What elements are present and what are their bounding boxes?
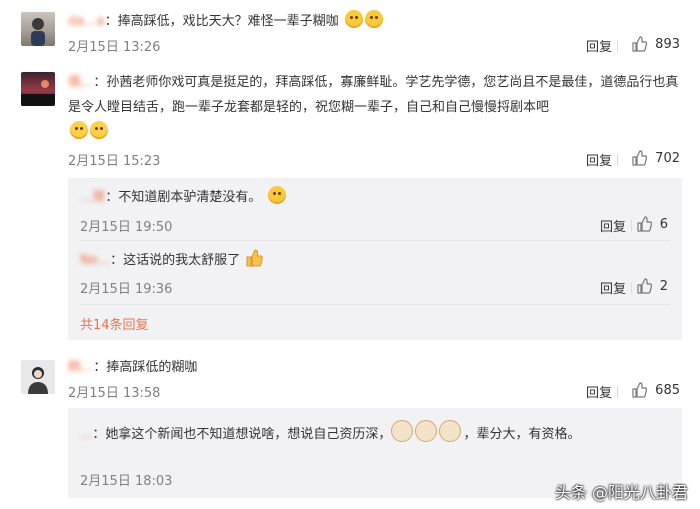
like-button[interactable]: 893: [631, 36, 680, 52]
username-link[interactable]: ...: [80, 423, 92, 447]
grin-emoji-icon: [267, 186, 286, 204]
like-button[interactable]: 2: [636, 278, 668, 294]
reply-thread: ...哥：不知道剧本驴清楚没有。 2月15日 19:50 回复 6 Ne...：…: [68, 178, 682, 340]
comment-body: 孙茜老师你戏可真是挺足的，拜高踩低，寡廉鲜耻。学艺先学德，您艺尚且不是最佳，道德…: [68, 75, 679, 115]
like-count: 702: [655, 150, 680, 166]
timestamp: 2月15日 13:58: [68, 386, 161, 401]
divider: [631, 282, 632, 294]
reply-text: Ne...：这话说的我太舒服了: [80, 248, 662, 275]
scared-emoji-icon: [70, 121, 88, 139]
divider: [617, 40, 618, 52]
dog-emoji-icon: [439, 420, 462, 442]
timestamp: 2月15日 15:23: [68, 154, 161, 169]
reply-text: ...哥：不知道剧本驴清楚没有。: [80, 186, 662, 208]
reply-item: ...哥：不知道剧本驴清楚没有。 2月15日 19:50 回复 6: [68, 182, 682, 238]
timestamp: 2月15日 18:03: [80, 474, 173, 489]
comment-text: 韩...：捧高踩低的糊咖: [68, 358, 680, 378]
reply-button[interactable]: 回复: [586, 382, 612, 401]
thumbs-up-icon: [632, 382, 648, 398]
username-link[interactable]: da...a: [68, 12, 105, 32]
reply-button[interactable]: 回复: [600, 216, 626, 235]
like-count: 2: [659, 278, 668, 294]
more-replies-link[interactable]: 共14条回复: [80, 314, 149, 333]
divider: [617, 386, 618, 398]
divider: [617, 154, 618, 166]
dog-emoji-icon: [415, 420, 438, 442]
grin-emoji-icon: [344, 10, 363, 28]
divider: [80, 304, 670, 305]
avatar[interactable]: [21, 12, 55, 46]
timestamp: 2月15日 13:26: [68, 40, 161, 55]
username-link[interactable]: Ne...: [80, 251, 110, 271]
like-count: 893: [655, 36, 680, 52]
comment-2: 俄...：孙茜老师你戏可真是挺足的，拜高踩低，寡廉鲜耻。学艺先学德，您艺尚且不是…: [0, 70, 700, 340]
reply-button[interactable]: 回复: [586, 150, 612, 169]
username-link[interactable]: 俄...: [68, 70, 93, 95]
thumbs-up-icon: [637, 216, 652, 232]
username-link[interactable]: 韩...: [68, 358, 93, 378]
comment-body: 捧高踩低的糊咖: [106, 360, 198, 375]
thumbs-up-icon: [632, 150, 648, 166]
avatar[interactable]: [21, 360, 55, 394]
scared-emoji-icon: [90, 121, 108, 139]
comment-1: da...a：捧高踩低，戏比天大？难怪一辈子糊咖 2月15日 13:26 回复 …: [0, 8, 700, 68]
watermark: 头条 @阳光八卦君: [554, 483, 688, 502]
divider: [631, 220, 632, 232]
divider: [80, 240, 670, 241]
comment-text: 俄...：孙茜老师你戏可真是挺足的，拜高踩低，寡廉鲜耻。学艺先学德，您艺尚且不是…: [68, 70, 680, 145]
dog-emoji-icon: [391, 420, 414, 442]
thumbs-up-icon: [632, 36, 648, 52]
comment-text: da...a：捧高踩低，戏比天大？难怪一辈子糊咖: [68, 10, 680, 32]
like-button[interactable]: 702: [631, 150, 680, 166]
timestamp: 2月15日 19:36: [80, 282, 173, 297]
comment-body: 捧高踩低，戏比天大？难怪一辈子糊咖: [117, 14, 339, 29]
reply-button[interactable]: 回复: [600, 278, 626, 297]
reply-text: ...：她拿这个新闻也不知道想说啥，想说自己资历深， ，辈分大，有资格。: [80, 420, 662, 447]
thumbs-up-emoji-icon: [244, 248, 264, 275]
reply-body: 不知道剧本驴清楚没有。: [118, 190, 262, 205]
grin-emoji-icon: [364, 10, 383, 28]
username-link[interactable]: ...哥: [80, 188, 105, 208]
like-button[interactable]: 6: [636, 216, 668, 232]
like-count: 685: [655, 382, 680, 398]
like-count: 6: [659, 216, 668, 232]
reply-body: 这话说的我太舒服了: [123, 253, 241, 268]
thumbs-up-icon: [637, 278, 652, 294]
reply-item: Ne...：这话说的我太舒服了 2月15日 19:36 回复 2: [68, 244, 682, 300]
reply-button[interactable]: 回复: [586, 36, 612, 55]
reply-body: 她拿这个新闻也不知道想说啥，想说自己资历深，: [105, 427, 392, 442]
avatar[interactable]: [21, 72, 55, 106]
timestamp: 2月15日 19:50: [80, 220, 173, 235]
reply-body: ，辈分大，有资格。: [463, 427, 581, 442]
like-button[interactable]: 685: [631, 382, 680, 398]
